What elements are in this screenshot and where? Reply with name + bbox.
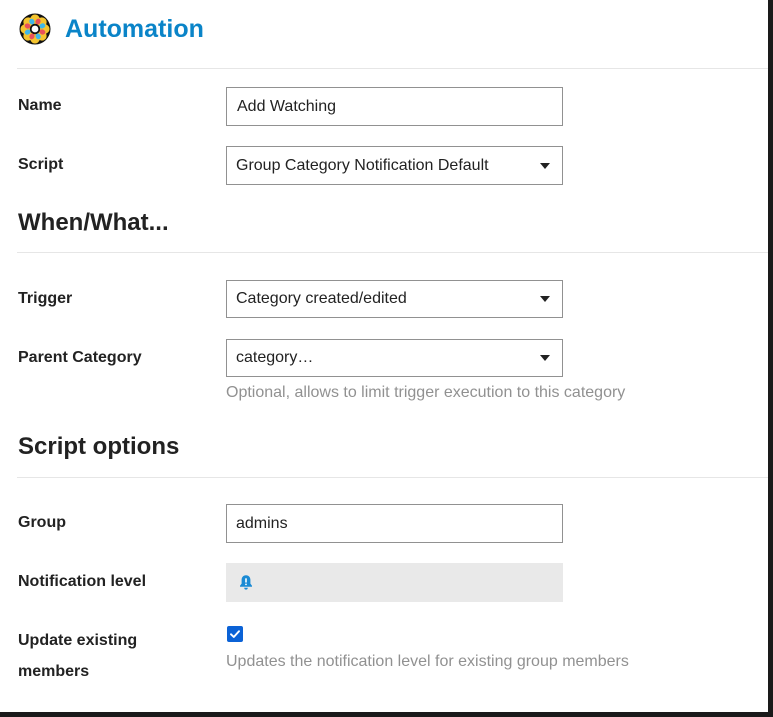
script-select[interactable]: Group Category Notification Default <box>226 146 563 185</box>
parent-category-select[interactable]: category… <box>226 339 563 377</box>
parent-category-select-value: category… <box>236 349 314 366</box>
group-field-box[interactable]: admins <box>226 504 563 543</box>
update-existing-label-line1: Update existing <box>18 632 138 649</box>
bell-exclamation-icon <box>240 575 252 590</box>
checkmark-icon <box>230 630 240 638</box>
page-header: Automation <box>17 11 204 47</box>
script-label: Script <box>18 156 64 173</box>
parent-category-label: Parent Category <box>18 349 142 366</box>
caret-down-icon <box>540 162 550 169</box>
notification-level-label: Notification level <box>18 573 147 590</box>
caret-down-icon <box>540 296 550 302</box>
update-existing-label-line2: members <box>18 663 90 680</box>
parent-category-hint: Optional, allows to limit trigger execut… <box>226 384 626 401</box>
flower-logo-icon <box>19 13 51 45</box>
name-field-box <box>226 87 563 126</box>
notification-level-dropdown[interactable] <box>226 563 563 602</box>
trigger-select[interactable]: Category created/edited <box>226 280 563 318</box>
when-what-divider <box>17 252 768 253</box>
trigger-select-value: Category created/edited <box>236 290 407 307</box>
caret-down-icon <box>540 355 550 361</box>
group-chooser-value: admins <box>236 514 288 532</box>
header-divider <box>17 68 768 69</box>
window-frame-bottom <box>0 712 773 717</box>
name-input[interactable] <box>227 97 562 116</box>
update-existing-hint: Updates the notification level for exist… <box>226 653 629 670</box>
window-frame-right <box>768 0 773 717</box>
trigger-label: Trigger <box>18 290 73 307</box>
script-select-value: Group Category Notification Default <box>236 156 489 174</box>
script-options-divider <box>17 477 768 478</box>
group-label: Group <box>18 514 66 531</box>
name-label: Name <box>18 97 62 114</box>
when-what-heading: When/What... <box>18 209 169 236</box>
update-existing-checkbox[interactable] <box>227 626 243 642</box>
page-title: Automation <box>65 14 204 43</box>
script-options-heading: Script options <box>18 433 180 460</box>
